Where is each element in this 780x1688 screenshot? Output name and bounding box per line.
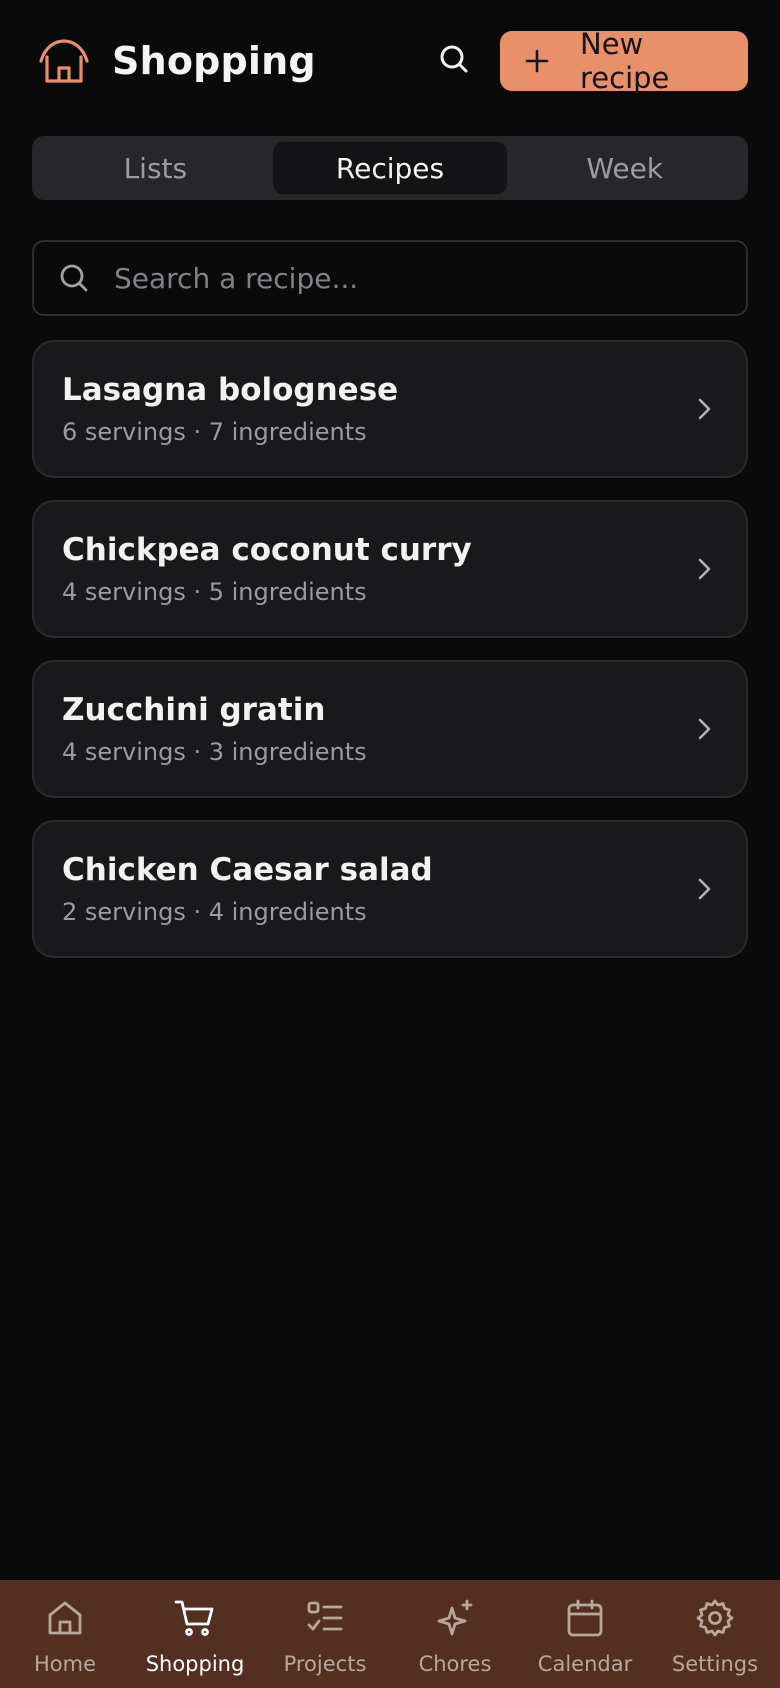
recipe-card-text: Chickpea coconut curry 4 servings · 5 in… — [62, 532, 692, 606]
calendar-icon — [563, 1596, 607, 1640]
segmented-tabs: Lists Recipes Week — [32, 136, 748, 200]
recipe-search — [32, 240, 748, 316]
recipe-card[interactable]: Zucchini gratin 4 servings · 3 ingredien… — [32, 660, 748, 798]
nav-label: Home — [33, 1652, 96, 1676]
nav-item-home[interactable]: Home — [0, 1580, 130, 1688]
recipe-card[interactable]: Chickpea coconut curry 4 servings · 5 in… — [32, 500, 748, 638]
recipe-list: Lasagna bolognese 6 servings · 7 ingredi… — [32, 340, 748, 980]
tab-week[interactable]: Week — [507, 142, 742, 194]
recipe-card-text: Lasagna bolognese 6 servings · 7 ingredi… — [62, 372, 692, 446]
plus-icon — [524, 47, 550, 75]
recipe-card-text: Chicken Caesar salad 2 servings · 4 ingr… — [62, 852, 692, 926]
tab-lists[interactable]: Lists — [38, 142, 273, 194]
recipe-card-text: Zucchini gratin 4 servings · 3 ingredien… — [62, 692, 692, 766]
nav-item-settings[interactable]: Settings — [650, 1580, 780, 1688]
app-root: Shopping New recipe Lists Recipes Week S… — [0, 0, 780, 1688]
recipe-meta: 4 servings · 3 ingredients — [62, 738, 367, 766]
search-icon — [58, 262, 90, 294]
new-recipe-button[interactable]: New recipe — [500, 27, 748, 95]
recipe-meta: 2 servings · 4 ingredients — [62, 898, 367, 926]
recipe-card[interactable]: Lasagna bolognese 6 servings · 7 ingredi… — [32, 340, 748, 478]
chevron-right-icon — [692, 557, 716, 581]
nav-item-shopping[interactable]: Shopping — [130, 1580, 260, 1688]
recipe-meta: 4 servings · 5 ingredients — [62, 578, 367, 606]
nav-label: Projects — [283, 1652, 367, 1676]
house-icon — [36, 37, 92, 85]
nav-item-chores[interactable]: Chores — [390, 1580, 520, 1688]
cart-icon — [173, 1596, 217, 1640]
chevron-right-icon — [692, 717, 716, 741]
sparkles-icon — [433, 1596, 477, 1640]
bottom-nav: Home Shopping Projects Chores Calendar S… — [0, 1580, 780, 1688]
recipe-name: Chicken Caesar salad — [62, 852, 433, 888]
recipe-meta: 6 servings · 7 ingredients — [62, 418, 367, 446]
home-icon — [43, 1596, 87, 1640]
search-input[interactable] — [114, 261, 722, 295]
chevron-right-icon — [692, 397, 716, 421]
recipe-name: Lasagna bolognese — [62, 372, 399, 408]
new-recipe-label: New recipe — [580, 27, 670, 95]
recipe-name: Chickpea coconut curry — [62, 532, 472, 568]
gear-icon — [693, 1596, 737, 1640]
nav-label: Chores — [418, 1652, 492, 1676]
nav-label: Shopping — [145, 1652, 245, 1676]
search-button[interactable] — [428, 35, 480, 87]
nav-item-calendar[interactable]: Calendar — [520, 1580, 650, 1688]
tab-recipes[interactable]: Recipes — [272, 142, 508, 194]
search-icon — [439, 44, 469, 78]
chevron-right-icon — [692, 877, 716, 901]
recipe-name: Zucchini gratin — [62, 692, 326, 728]
nav-label: Calendar — [537, 1652, 633, 1676]
nav-label: Settings — [671, 1652, 759, 1676]
top-bar: Shopping New recipe — [0, 0, 780, 122]
checklist-icon — [303, 1596, 347, 1640]
nav-item-projects[interactable]: Projects — [260, 1580, 390, 1688]
page-title: Shopping — [112, 39, 316, 83]
recipe-card[interactable]: Chicken Caesar salad 2 servings · 4 ingr… — [32, 820, 748, 958]
